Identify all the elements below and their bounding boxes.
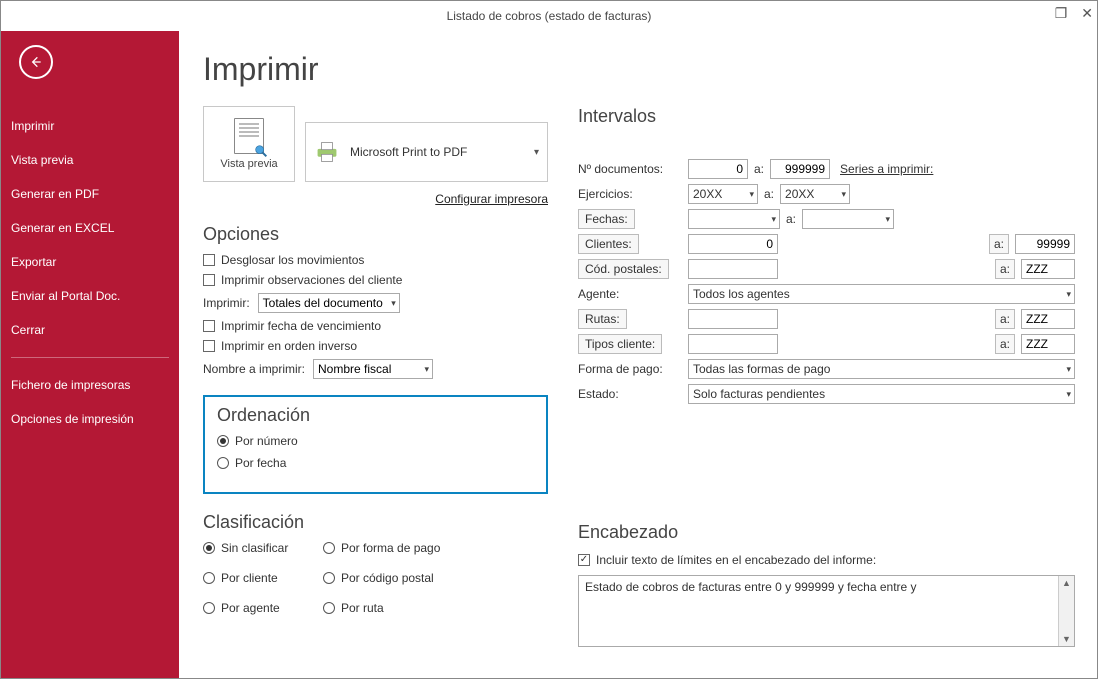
chevron-down-icon: ▾ (1066, 289, 1071, 300)
scroll-down-icon[interactable]: ▼ (1062, 634, 1071, 644)
clientes-from-input[interactable] (688, 234, 778, 254)
printer-select[interactable]: Microsoft Print to PDF ▾ (305, 122, 548, 182)
chk-observaciones[interactable] (203, 274, 215, 286)
fechas-from-select[interactable]: ▾ (688, 209, 780, 229)
chevron-down-icon: ▾ (749, 189, 754, 200)
chk-desglosar[interactable] (203, 254, 215, 266)
sidebar-item-generar-pdf[interactable]: Generar en PDF (1, 177, 179, 211)
radio-por-cliente[interactable]: Por cliente (203, 571, 323, 585)
chevron-down-icon: ▾ (534, 147, 539, 158)
sidebar-item-portal-doc[interactable]: Enviar al Portal Doc. (1, 279, 179, 313)
chk-orden-inverso[interactable] (203, 340, 215, 352)
tipos-from-input[interactable] (688, 334, 778, 354)
encabezado-chk-label: Incluir texto de límites en el encabezad… (596, 553, 876, 567)
ndocs-to-input[interactable] (770, 159, 830, 179)
clientes-button[interactable]: Clientes: (578, 234, 639, 254)
series-link[interactable]: Series a imprimir: (840, 162, 933, 176)
rutas-button[interactable]: Rutas: (578, 309, 627, 329)
sidebar-separator (11, 357, 169, 358)
imprimir-select[interactable]: Totales del documento▾ (258, 293, 400, 313)
sidebar-item-imprimir[interactable]: Imprimir (1, 109, 179, 143)
estado-label: Estado: (578, 387, 688, 401)
sidebar-item-vista-previa[interactable]: Vista previa (1, 143, 179, 177)
sidebar-item-fichero-impresoras[interactable]: Fichero de impresoras (1, 368, 179, 402)
opciones-title: Opciones (203, 224, 548, 245)
maximize-icon[interactable]: ❐ (1055, 5, 1068, 22)
window-title: Listado de cobros (estado de facturas) (447, 9, 652, 23)
fechas-to-select[interactable]: ▾ (802, 209, 894, 229)
nombre-label: Nombre a imprimir: (203, 362, 305, 376)
clasificacion-title: Clasificación (203, 512, 548, 533)
magnifier-icon (253, 143, 269, 159)
radio-por-ruta[interactable]: Por ruta (323, 601, 463, 615)
forma-pago-select[interactable]: Todas las formas de pago▾ (688, 359, 1075, 379)
scrollbar[interactable]: ▲ ▼ (1058, 576, 1074, 646)
vista-previa-label: Vista previa (220, 158, 277, 170)
vista-previa-button[interactable]: Vista previa (203, 106, 295, 182)
chevron-down-icon: ▾ (424, 364, 429, 375)
sidebar-item-exportar[interactable]: Exportar (1, 245, 179, 279)
tipos-cliente-button[interactable]: Tipos cliente: (578, 334, 662, 354)
cp-to-input[interactable] (1021, 259, 1075, 279)
chevron-down-icon: ▾ (771, 214, 776, 225)
chevron-down-icon: ▾ (885, 214, 890, 225)
encabezado-textarea[interactable]: Estado de cobros de facturas entre 0 y 9… (578, 575, 1075, 647)
ndocs-label: Nº documentos: (578, 162, 688, 176)
back-button[interactable] (19, 45, 53, 79)
chk-incluir-texto[interactable] (578, 554, 590, 566)
sidebar-item-cerrar[interactable]: Cerrar (1, 313, 179, 347)
radio-por-fecha[interactable]: Por fecha (217, 456, 534, 470)
cp-a-label: a: (995, 259, 1015, 279)
intervalos-title: Intervalos (578, 106, 1075, 127)
clientes-to-input[interactable] (1015, 234, 1075, 254)
rutas-from-input[interactable] (688, 309, 778, 329)
ordenacion-group: Ordenación Por número Por fecha (203, 395, 548, 494)
agente-select[interactable]: Todos los agentes▾ (688, 284, 1075, 304)
ndocs-from-input[interactable] (688, 159, 748, 179)
ejercicios-to-select[interactable]: 20XX▾ (780, 184, 850, 204)
cp-button[interactable]: Cód. postales: (578, 259, 669, 279)
radio-sin-clasificar[interactable]: Sin clasificar (203, 541, 323, 555)
arrow-left-icon (28, 54, 44, 70)
ordenacion-title: Ordenación (217, 405, 534, 426)
encabezado-title: Encabezado (578, 522, 1075, 543)
rutas-to-input[interactable] (1021, 309, 1075, 329)
chevron-down-icon: ▾ (1066, 364, 1071, 375)
scroll-up-icon[interactable]: ▲ (1062, 578, 1071, 588)
radio-por-cp[interactable]: Por código postal (323, 571, 463, 585)
clientes-a-label: a: (989, 234, 1009, 254)
tipos-to-input[interactable] (1021, 334, 1075, 354)
chk-fecha-vencimiento[interactable] (203, 320, 215, 332)
document-icon (234, 118, 264, 154)
title-bar: Listado de cobros (estado de facturas) ❐… (1, 1, 1097, 31)
page-title: Imprimir (203, 51, 1075, 88)
chevron-down-icon: ▾ (391, 298, 396, 309)
chevron-down-icon: ▾ (1066, 389, 1071, 400)
estado-select[interactable]: Solo facturas pendientes▾ (688, 384, 1075, 404)
rutas-a-label: a: (995, 309, 1015, 329)
imprimir-label: Imprimir: (203, 296, 250, 310)
radio-por-agente[interactable]: Por agente (203, 601, 323, 615)
close-icon[interactable]: ✕ (1081, 5, 1093, 22)
nombre-select[interactable]: Nombre fiscal▾ (313, 359, 433, 379)
printer-icon (314, 141, 340, 163)
sidebar-item-opciones-impresion[interactable]: Opciones de impresión (1, 402, 179, 436)
sidebar-item-generar-excel[interactable]: Generar en EXCEL (1, 211, 179, 245)
forma-pago-label: Forma de pago: (578, 362, 688, 376)
sidebar: Imprimir Vista previa Generar en PDF Gen… (1, 31, 179, 678)
chevron-down-icon: ▾ (841, 189, 846, 200)
radio-por-numero[interactable]: Por número (217, 434, 534, 448)
ejercicios-from-select[interactable]: 20XX▾ (688, 184, 758, 204)
tipos-a-label: a: (995, 334, 1015, 354)
fechas-button[interactable]: Fechas: (578, 209, 635, 229)
ejercicios-label: Ejercicios: (578, 187, 688, 201)
printer-name: Microsoft Print to PDF (350, 145, 467, 159)
configure-printer-link[interactable]: Configurar impresora (435, 192, 548, 206)
agente-label: Agente: (578, 287, 688, 301)
encabezado-text: Estado de cobros de facturas entre 0 y 9… (579, 576, 1058, 646)
radio-forma-pago[interactable]: Por forma de pago (323, 541, 463, 555)
cp-from-input[interactable] (688, 259, 778, 279)
